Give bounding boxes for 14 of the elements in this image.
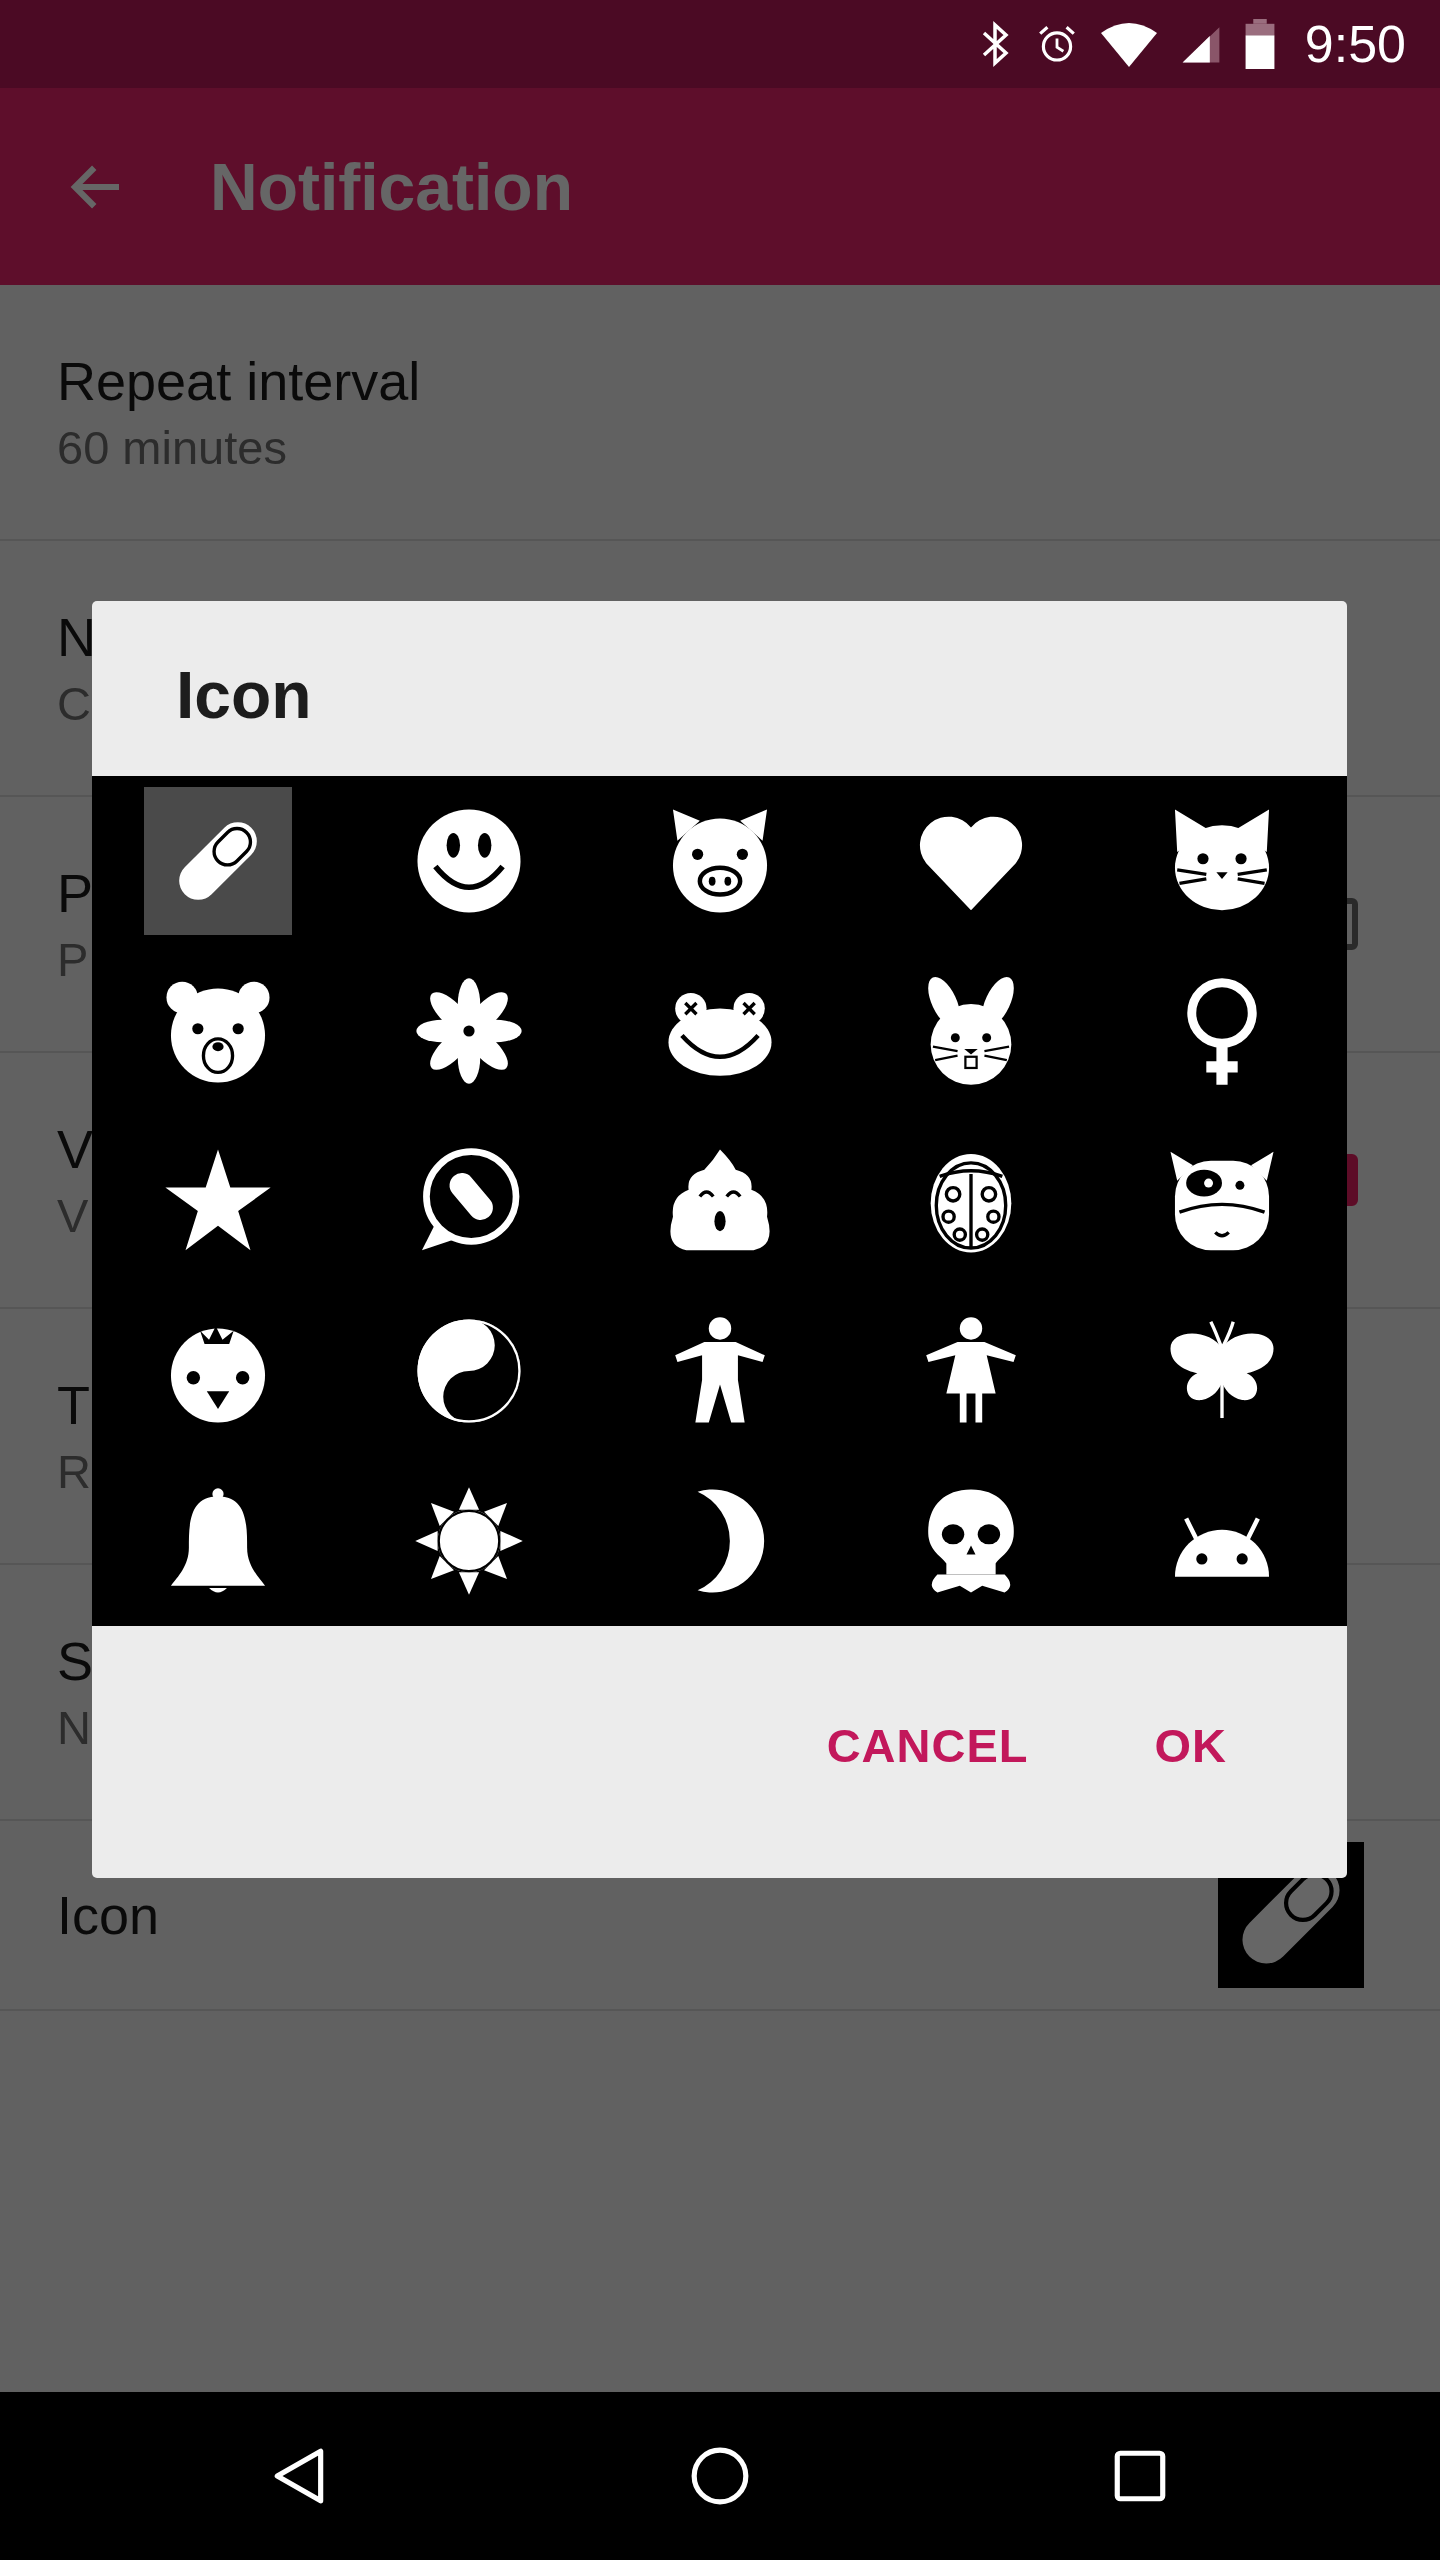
setting-title: T <box>57 1373 91 1436</box>
setting-title: Repeat interval <box>57 349 421 412</box>
setting-title: P <box>57 861 94 924</box>
dialog-title: Icon <box>176 656 312 733</box>
app-bar-title: Notification <box>210 148 573 225</box>
setting-title: V <box>57 1117 94 1180</box>
clock-time: 9:50 <box>1304 14 1406 74</box>
icon-option[interactable] <box>143 787 292 935</box>
home-icon[interactable] <box>689 2445 751 2507</box>
dialog-button[interactable]: CANCEL <box>798 1697 1057 1793</box>
setting-title: Icon <box>57 1884 160 1946</box>
setting-title: S <box>57 1629 94 1692</box>
dialog-button[interactable]: OK <box>1126 1697 1255 1793</box>
setting-title: N <box>57 605 96 668</box>
